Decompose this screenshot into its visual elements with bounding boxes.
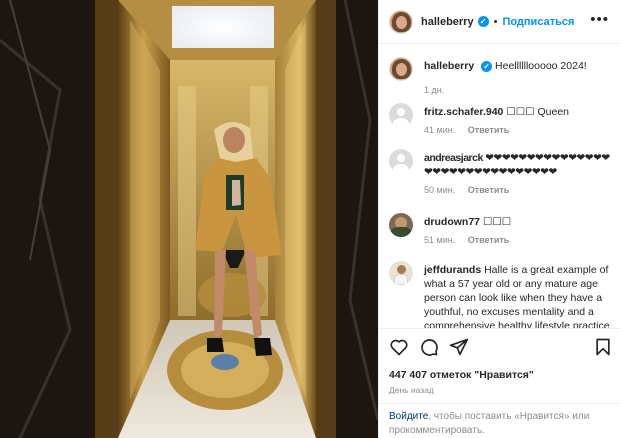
post-photo[interactable] [0, 0, 378, 438]
reply-button[interactable]: Ответить [468, 125, 510, 135]
author-username[interactable]: halleberry [421, 16, 474, 28]
reply-button[interactable]: Ответить [468, 185, 510, 195]
post-header: halleberry ✓ • Подписаться ••• [379, 0, 620, 44]
list-item: drudown77 ☐☐☐ 51 мин. Ответить [389, 213, 615, 249]
post-panel: halleberry ✓ • Подписаться ••• halleberr… [378, 0, 620, 438]
avatar[interactable] [389, 213, 413, 237]
caption: halleberry ✓ Heellllllooooo 2024! 1 дн. [389, 57, 615, 97]
heart-icon[interactable] [389, 337, 409, 357]
comment-time: 41 мин. [424, 125, 456, 135]
verified-badge-icon: ✓ [477, 16, 489, 27]
list-item: fritz.schafer.940 ☐☐☐ Queen 41 мин. Отве… [389, 103, 615, 139]
comment-username[interactable]: jeffdurands [424, 264, 481, 276]
action-bar: 447 407 отметок "Нравится" День назад Во… [379, 328, 620, 438]
comment-username[interactable]: drudown77 [424, 216, 480, 228]
list-item: jeffdurands Halle is a great example of … [389, 261, 615, 328]
post-date: День назад [389, 385, 434, 395]
login-prompt: Войдите, чтобы поставить «Нравится» или … [389, 410, 615, 438]
separator-dot: • [493, 15, 498, 28]
comment-time: 50 мин. [424, 185, 456, 195]
comment-username[interactable]: andreasjarck [424, 152, 483, 164]
avatar[interactable] [389, 9, 413, 34]
caption-body: Heellllllooooo 2024! [495, 60, 587, 72]
share-icon[interactable] [449, 337, 469, 357]
verified-badge-icon: ✓ [481, 61, 493, 72]
reply-button[interactable]: Ответить [468, 235, 510, 245]
login-link[interactable]: Войдите [389, 411, 428, 422]
comment-username[interactable]: fritz.schafer.940 [424, 106, 503, 118]
caption-username[interactable]: halleberry [424, 60, 474, 72]
likes-count[interactable]: 447 407 отметок "Нравится" [389, 369, 534, 381]
avatar[interactable] [389, 57, 413, 81]
caption-text: halleberry ✓ Heellllllooooo 2024! [424, 59, 615, 73]
caption-time: 1 дн. [424, 85, 445, 95]
list-item: andreasjarck ❤❤❤❤❤❤❤❤❤❤❤❤❤❤❤❤❤❤❤❤❤❤❤❤❤❤❤… [389, 149, 615, 197]
divider [379, 403, 620, 404]
avatar[interactable] [389, 149, 413, 173]
follow-button[interactable]: Подписаться [502, 16, 574, 28]
avatar[interactable] [389, 261, 413, 285]
comment-time: 51 мин. [424, 235, 456, 245]
comment-text: ☐☐☐ [482, 216, 512, 228]
comment-icon[interactable] [419, 337, 439, 357]
comment-text: ☐☐☐ Queen [506, 106, 569, 118]
elevator-photo [0, 0, 378, 438]
avatar[interactable] [389, 103, 413, 127]
bookmark-icon[interactable] [593, 337, 613, 357]
more-horizontal-icon[interactable]: ••• [590, 12, 609, 27]
comments-list: halleberry ✓ Heellllllooooo 2024! 1 дн. … [379, 45, 620, 328]
